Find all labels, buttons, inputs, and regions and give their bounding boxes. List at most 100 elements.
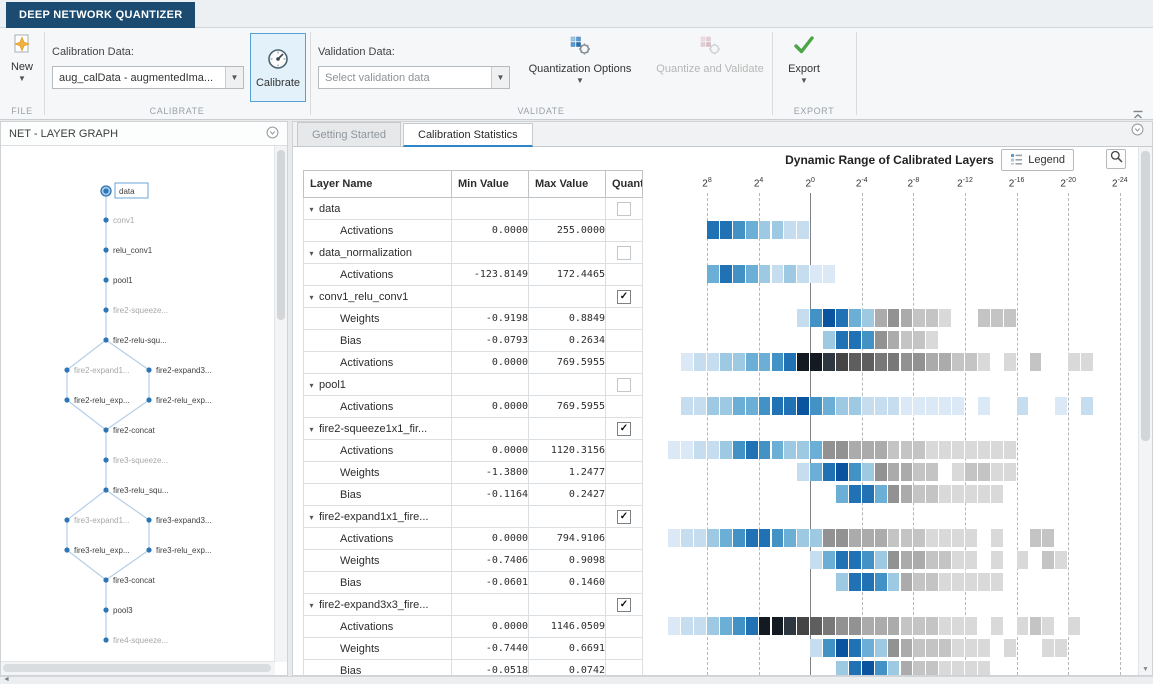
range-histogram-cell[interactable]	[1042, 639, 1055, 657]
range-histogram-cell[interactable]	[874, 309, 887, 327]
range-histogram-cell[interactable]	[887, 639, 900, 657]
range-histogram-cell[interactable]	[900, 309, 913, 327]
range-histogram-cell[interactable]	[913, 397, 926, 415]
range-histogram-cell[interactable]	[926, 529, 939, 547]
range-histogram-cell[interactable]	[926, 617, 939, 635]
range-histogram-cell[interactable]	[952, 441, 964, 459]
range-histogram-cell[interactable]	[874, 639, 887, 657]
range-histogram-cell[interactable]	[694, 397, 706, 415]
range-histogram-cell[interactable]	[874, 551, 887, 569]
layer-group-row[interactable]: ▾ data_normalization	[303, 241, 643, 264]
range-histogram-cell[interactable]	[939, 485, 952, 503]
range-histogram-cell[interactable]	[887, 617, 900, 635]
range-histogram-cell[interactable]	[771, 397, 784, 415]
range-histogram-cell[interactable]	[797, 309, 810, 327]
tensor-row[interactable]: Activations -123.8149 172.4465	[303, 263, 643, 286]
range-histogram-cell[interactable]	[900, 661, 913, 675]
range-histogram-cell[interactable]	[861, 661, 874, 675]
tensor-row[interactable]: Activations 0.0000 255.0000	[303, 219, 643, 242]
range-histogram-cell[interactable]	[1029, 529, 1042, 547]
graph-node[interactable]	[103, 247, 109, 253]
layer-group-row[interactable]: ▾ fire2-squeeze1x1_fir... ✓	[303, 417, 643, 440]
range-histogram-cell[interactable]	[1042, 617, 1055, 635]
range-histogram-cell[interactable]	[990, 463, 1003, 481]
range-histogram-cell[interactable]	[990, 617, 1003, 635]
range-histogram-cell[interactable]	[965, 661, 977, 675]
range-histogram-cell[interactable]	[913, 353, 926, 371]
tensor-row[interactable]: Activations 0.0000 1146.0509	[303, 615, 643, 638]
calibration-data-combobox[interactable]: aug_calData - augmentedIma... ▼	[52, 66, 244, 89]
range-histogram-cell[interactable]	[926, 397, 939, 415]
range-histogram-cell[interactable]	[1003, 463, 1016, 481]
range-histogram-cell[interactable]	[939, 661, 952, 675]
range-histogram-cell[interactable]	[861, 331, 874, 349]
range-histogram-cell[interactable]	[861, 353, 874, 371]
range-histogram-cell[interactable]	[771, 441, 784, 459]
range-histogram-cell[interactable]	[913, 573, 926, 591]
range-histogram-cell[interactable]	[887, 463, 900, 481]
range-histogram-cell[interactable]	[926, 639, 939, 657]
range-histogram-cell[interactable]	[823, 617, 835, 635]
range-histogram-cell[interactable]	[848, 353, 861, 371]
range-histogram-cell[interactable]	[771, 353, 784, 371]
chevron-down-icon[interactable]: ▼	[491, 67, 509, 88]
panel-actions-icon[interactable]	[1131, 123, 1144, 141]
range-histogram-cell[interactable]	[900, 353, 913, 371]
tensor-row[interactable]: Weights -0.9198 0.8849	[303, 307, 643, 330]
collapse-group-icon[interactable]: ▾	[305, 205, 320, 214]
layer-group-row[interactable]: ▾ data	[303, 197, 643, 220]
range-histogram-cell[interactable]	[823, 463, 835, 481]
range-histogram-cell[interactable]	[707, 529, 719, 547]
range-histogram-cell[interactable]	[836, 485, 848, 503]
range-histogram-cell[interactable]	[848, 551, 861, 569]
tensor-row[interactable]: Activations 0.0000 794.9106	[303, 527, 643, 550]
range-histogram-cell[interactable]	[758, 441, 771, 459]
range-histogram-cell[interactable]	[952, 397, 964, 415]
range-histogram-cell[interactable]	[977, 397, 990, 415]
tensor-row[interactable]: Bias -0.0601 0.1460	[303, 571, 643, 594]
range-histogram-cell[interactable]	[668, 617, 681, 635]
range-histogram-cell[interactable]	[990, 551, 1003, 569]
quantize-checkbox[interactable]	[617, 201, 631, 216]
scrollbar-thumb[interactable]	[277, 150, 285, 320]
range-histogram-cell[interactable]	[900, 331, 913, 349]
range-histogram-cell[interactable]	[952, 573, 964, 591]
range-histogram-cell[interactable]	[784, 265, 797, 283]
range-histogram-cell[interactable]	[939, 617, 952, 635]
range-histogram-cell[interactable]	[668, 441, 681, 459]
range-histogram-cell[interactable]	[861, 551, 874, 569]
range-histogram-cell[interactable]	[861, 309, 874, 327]
collapse-group-icon[interactable]: ▾	[305, 601, 320, 610]
range-histogram-cell[interactable]	[913, 661, 926, 675]
range-histogram-cell[interactable]	[874, 573, 887, 591]
range-histogram-cell[interactable]	[926, 463, 939, 481]
range-histogram-cell[interactable]	[900, 397, 913, 415]
range-histogram-cell[interactable]	[939, 529, 952, 547]
graph-node[interactable]	[103, 277, 109, 283]
range-histogram-cell[interactable]	[965, 639, 977, 657]
range-histogram-cell[interactable]	[913, 551, 926, 569]
tensor-row[interactable]: Weights -0.7440 0.6691	[303, 637, 643, 660]
scroll-down-icon[interactable]: ▼	[1139, 666, 1152, 673]
range-histogram-cell[interactable]	[1068, 617, 1081, 635]
graph-node[interactable]	[64, 397, 70, 403]
range-histogram-cell[interactable]	[732, 221, 745, 239]
range-histogram-cell[interactable]	[771, 617, 784, 635]
range-histogram-cell[interactable]	[939, 441, 952, 459]
range-histogram-cell[interactable]	[719, 353, 732, 371]
validation-data-combobox[interactable]: Select validation data ▼	[318, 66, 510, 89]
range-histogram-cell[interactable]	[797, 617, 810, 635]
range-histogram-cell[interactable]	[848, 485, 861, 503]
range-histogram-cell[interactable]	[797, 463, 810, 481]
range-histogram-cell[interactable]	[784, 221, 797, 239]
range-histogram-cell[interactable]	[900, 551, 913, 569]
range-histogram-cell[interactable]	[1042, 551, 1055, 569]
range-histogram-cell[interactable]	[887, 573, 900, 591]
range-histogram-cell[interactable]	[965, 551, 977, 569]
range-histogram-cell[interactable]	[990, 441, 1003, 459]
range-histogram-cell[interactable]	[836, 551, 848, 569]
range-histogram-cell[interactable]	[939, 353, 952, 371]
range-histogram-cell[interactable]	[874, 485, 887, 503]
tensor-row[interactable]: Bias -0.0793 0.2634	[303, 329, 643, 352]
range-histogram-cell[interactable]	[952, 551, 964, 569]
